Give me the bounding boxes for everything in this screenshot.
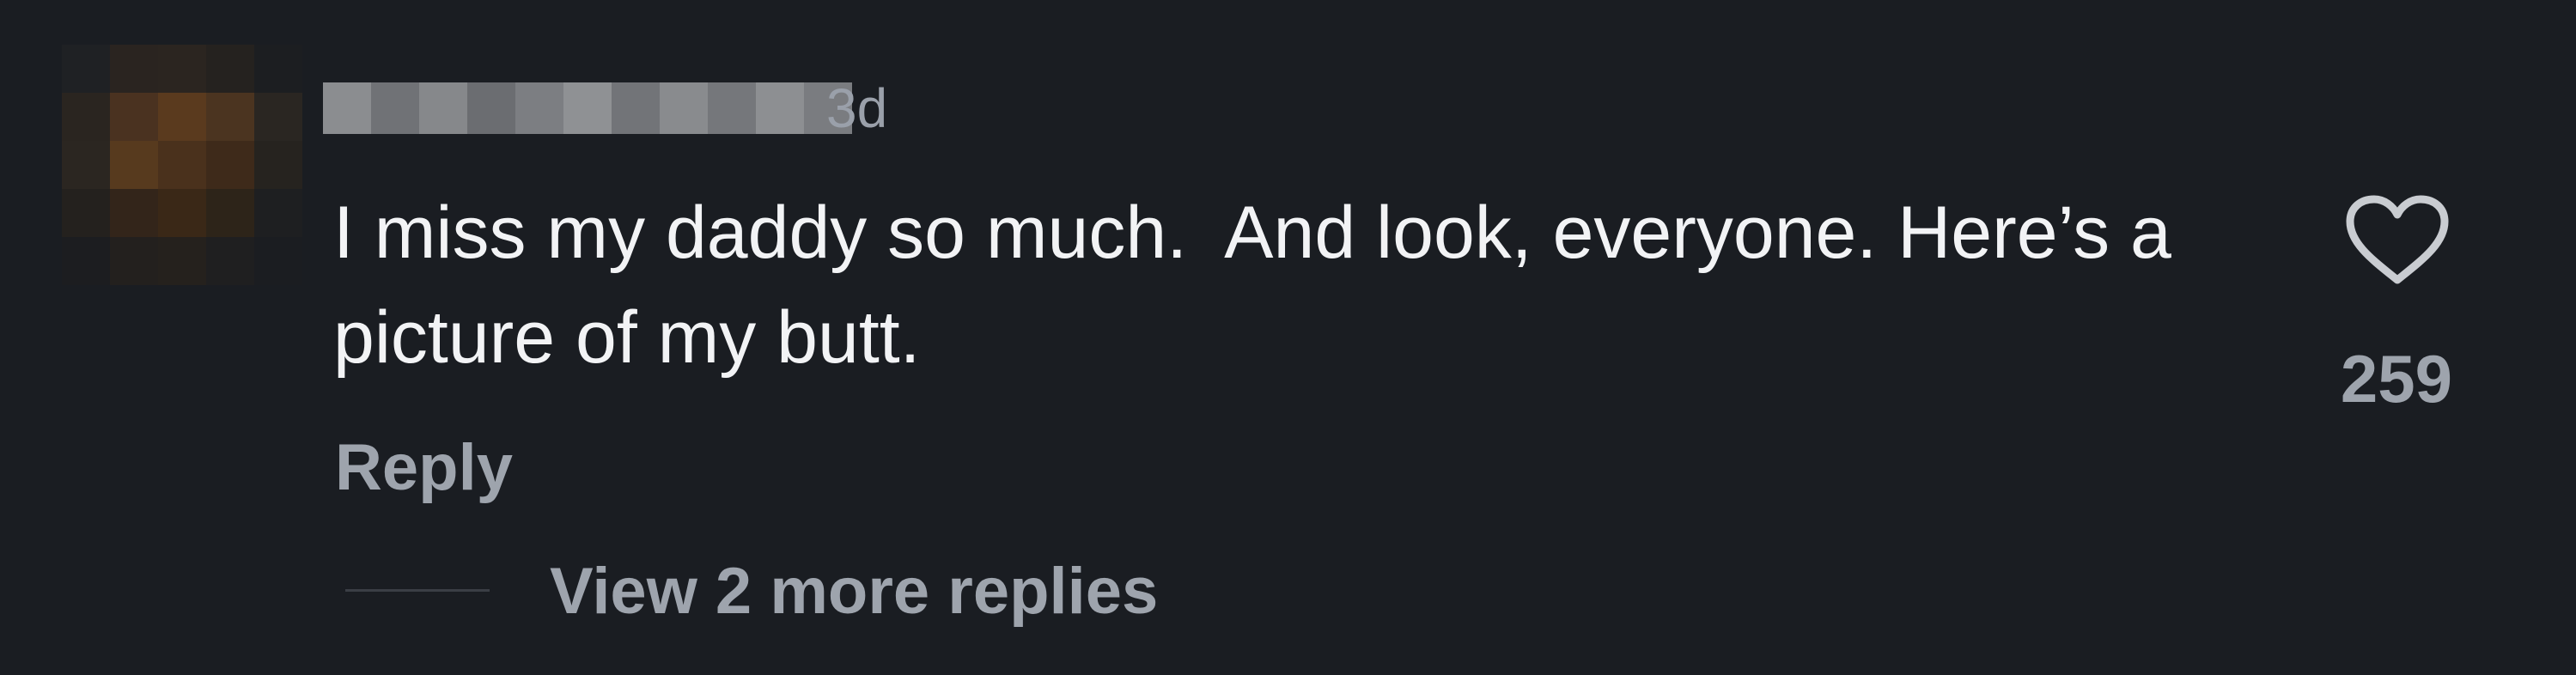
view-more-replies-button[interactable]: View 2 more replies bbox=[550, 553, 1158, 630]
heart-outline-icon bbox=[2346, 195, 2449, 284]
comment-text: I miss my daddy so much. And look, every… bbox=[333, 192, 2192, 379]
replies-divider bbox=[345, 589, 490, 592]
reply-button[interactable]: Reply bbox=[335, 429, 513, 507]
like-count: 259 bbox=[2340, 341, 2453, 417]
username-redacted[interactable] bbox=[323, 82, 852, 134]
like-button[interactable] bbox=[2342, 194, 2453, 289]
avatar[interactable] bbox=[62, 45, 302, 285]
comment-item: 3d I miss my daddy so much. And look, ev… bbox=[0, 0, 2576, 675]
comment-timestamp: 3d bbox=[826, 77, 888, 139]
